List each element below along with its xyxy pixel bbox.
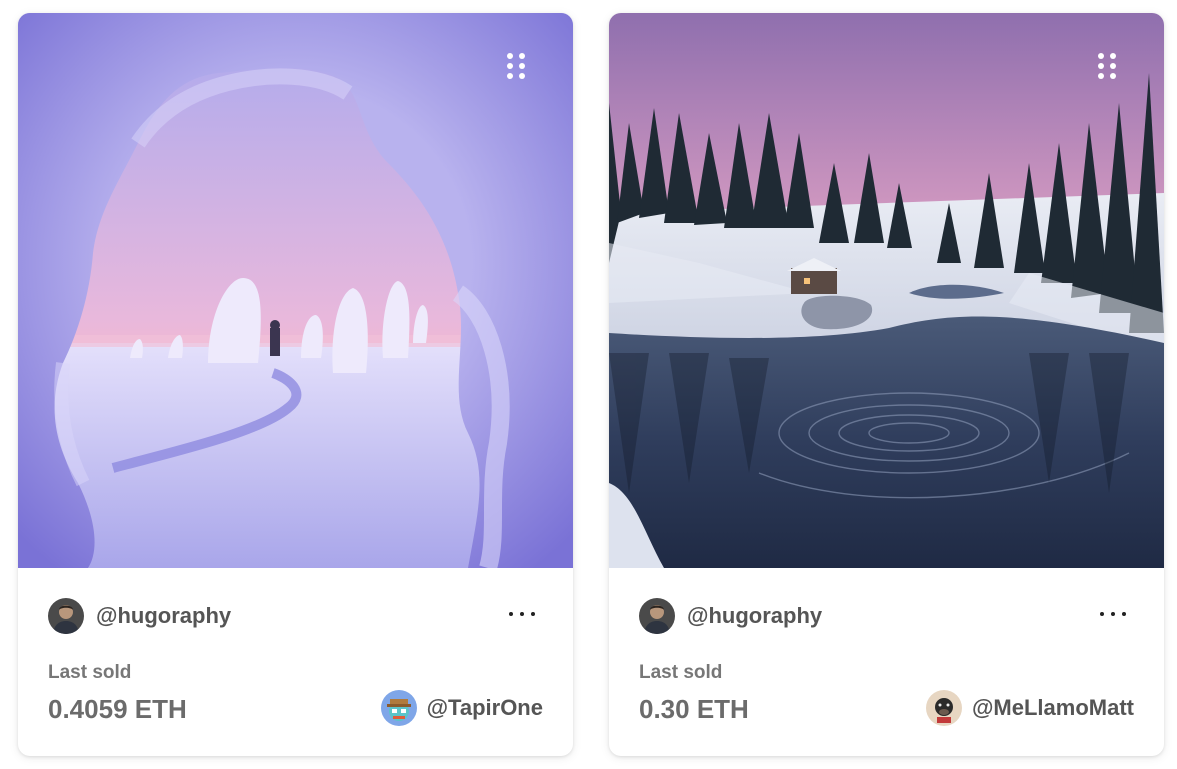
creator[interactable]: @hugoraphy xyxy=(639,598,822,634)
last-sold-label: Last sold xyxy=(48,662,132,683)
nft-image-snow-cave[interactable] xyxy=(18,13,573,568)
grid-dots-icon[interactable] xyxy=(507,53,529,83)
owner[interactable]: @MeLlamoMatt xyxy=(925,690,1134,726)
creator-handle[interactable]: @hugoraphy xyxy=(96,603,231,629)
last-sold-label: Last sold xyxy=(639,662,723,683)
card-info: @hugoraphy Last sold 0.4059 ETH @TapirOn… xyxy=(18,568,573,756)
owner-handle[interactable]: @MeLlamoMatt xyxy=(972,695,1134,721)
winter-river-artwork xyxy=(609,13,1164,568)
snow-cave-artwork xyxy=(18,13,573,568)
more-horizontal-icon[interactable] xyxy=(509,604,535,624)
sale-price: 0.30 ETH xyxy=(639,694,749,724)
owner-avatar[interactable] xyxy=(380,690,417,726)
owner-avatar[interactable] xyxy=(925,690,962,726)
creator-avatar[interactable] xyxy=(48,598,84,634)
creator[interactable]: @hugoraphy xyxy=(48,598,231,634)
nft-card-2[interactable]: @hugoraphy Last sold 0.30 ETH @MeLlamoMa… xyxy=(609,13,1164,756)
nft-card-1[interactable]: @hugoraphy Last sold 0.4059 ETH @TapirOn… xyxy=(18,13,573,756)
grid-dots-icon[interactable] xyxy=(1098,53,1120,83)
nft-image-winter-river[interactable] xyxy=(609,13,1164,568)
sale-price: 0.4059 ETH xyxy=(48,694,187,724)
creator-handle[interactable]: @hugoraphy xyxy=(687,603,822,629)
owner-handle[interactable]: @TapirOne xyxy=(427,695,543,721)
card-info: @hugoraphy Last sold 0.30 ETH @MeLlamoMa… xyxy=(609,568,1164,756)
creator-avatar[interactable] xyxy=(639,598,675,634)
more-horizontal-icon[interactable] xyxy=(1100,604,1126,624)
owner[interactable]: @TapirOne xyxy=(380,690,543,726)
